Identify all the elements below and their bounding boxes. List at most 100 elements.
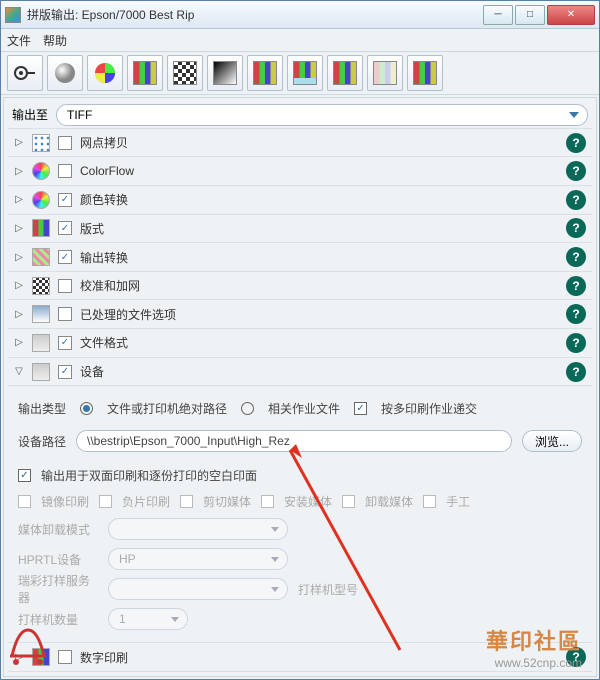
halftone-icon [32, 134, 50, 152]
watermark-name: 華印社區 [486, 624, 582, 656]
row-label: 校准和加网 [80, 277, 558, 294]
output-format-dropdown[interactable]: TIFF [56, 104, 588, 126]
row-label: 版式 [80, 220, 558, 237]
row-checkbox[interactable] [58, 221, 72, 235]
expand-icon[interactable]: ▷ [14, 166, 24, 177]
output-type-label: 输出类型 [18, 400, 66, 417]
main-panel: 输出至 TIFF ▷ 网点拷贝 ? ▷ ColorFlow ? ▷ 颜色转换 ?… [3, 97, 597, 677]
print-options-row: 镜像印刷 负片印刷 剪切媒体 安装媒体 卸载媒体 手工 [18, 488, 582, 514]
help-icon[interactable]: ? [566, 304, 586, 324]
row-checkbox[interactable] [58, 279, 72, 293]
expand-icon[interactable]: ▷ [14, 194, 24, 205]
row-label: 已处理的文件选项 [80, 306, 558, 323]
row-checkbox[interactable] [58, 336, 72, 350]
tool-sphere[interactable] [47, 55, 83, 91]
toolbar [1, 51, 599, 95]
processed-icon [32, 305, 50, 323]
submit-multijob-checkbox[interactable] [354, 402, 367, 415]
radio-relative-jobfile[interactable] [241, 402, 254, 415]
expand-icon[interactable]: ▷ [14, 252, 24, 263]
trim-checkbox [180, 495, 193, 508]
help-icon[interactable]: ? [566, 218, 586, 238]
expand-icon[interactable]: ▷ [14, 280, 24, 291]
calibrate-icon [32, 277, 50, 295]
watermark-url: www.52cnp.com [486, 656, 582, 670]
menu-file[interactable]: 文件 [7, 32, 31, 49]
colorflow-icon [32, 162, 50, 180]
media-unload-dropdown [108, 518, 288, 540]
watermark: 華印社區 www.52cnp.com [486, 624, 582, 670]
device-path-input[interactable]: \\bestrip\Epson_7000_Input\High_Rez [76, 430, 512, 452]
tool-swatches-3[interactable] [287, 55, 323, 91]
expand-icon[interactable]: ▷ [14, 137, 24, 148]
browse-button[interactable]: 浏览... [522, 430, 582, 452]
row-device[interactable]: ▽ 设备 ? [8, 358, 592, 387]
mirror-checkbox [18, 495, 31, 508]
row-checkbox[interactable] [58, 250, 72, 264]
row-fileformat[interactable]: ▷ 文件格式 ? [8, 329, 592, 358]
maximize-button[interactable]: □ [515, 5, 545, 25]
mount-checkbox [261, 495, 274, 508]
row-outputconvert[interactable]: ▷ 输出转换 ? [8, 243, 592, 272]
manual-checkbox [423, 495, 436, 508]
close-button[interactable]: ✕ [547, 5, 595, 25]
tool-swatches-faded[interactable] [367, 55, 403, 91]
tool-target[interactable] [7, 55, 43, 91]
blank-pages-row: 输出用于双面印刷和逐份打印的空白印面 [18, 462, 582, 488]
row-checkbox[interactable] [58, 164, 72, 178]
row-colorconvert[interactable]: ▷ 颜色转换 ? [8, 186, 592, 215]
expand-icon[interactable]: ▷ [14, 337, 24, 348]
help-icon[interactable]: ? [566, 333, 586, 353]
row-checkbox[interactable] [58, 307, 72, 321]
help-icon[interactable]: ? [566, 133, 586, 153]
row-label: 输出转换 [80, 249, 558, 266]
row-checkbox[interactable] [58, 193, 72, 207]
row-checkbox[interactable] [58, 365, 72, 379]
titlebar: 拼版输出: Epson/7000 Best Rip ─ □ ✕ [1, 1, 599, 29]
app-window: 拼版输出: Epson/7000 Best Rip ─ □ ✕ 文件 帮助 输出… [0, 0, 600, 680]
tool-checker[interactable] [167, 55, 203, 91]
help-icon[interactable]: ? [566, 190, 586, 210]
menu-help[interactable]: 帮助 [43, 32, 67, 49]
tool-swatches-4[interactable] [327, 55, 363, 91]
proof-server-dropdown [108, 578, 288, 600]
device-icon [32, 363, 50, 381]
fileformat-icon [32, 334, 50, 352]
minimize-button[interactable]: ─ [483, 5, 513, 25]
row-label: ColorFlow [80, 164, 558, 178]
window-controls: ─ □ ✕ [481, 5, 595, 25]
radio-absolute-path[interactable] [80, 402, 93, 415]
help-icon[interactable]: ? [566, 276, 586, 296]
row-colorflow[interactable]: ▷ ColorFlow ? [8, 157, 592, 186]
hprtl-dropdown: HP [108, 548, 288, 570]
proof-qty-input: 1 [108, 608, 188, 630]
tool-colorwheel[interactable] [87, 55, 123, 91]
row-label: 颜色转换 [80, 191, 558, 208]
help-icon[interactable]: ? [566, 247, 586, 267]
tool-gradient[interactable] [207, 55, 243, 91]
device-panel: 输出类型 文件或打印机绝对路径 相关作业文件 按多印刷作业递交 设备路径 \\b… [8, 386, 592, 643]
row-processed[interactable]: ▷ 已处理的文件选项 ? [8, 300, 592, 329]
collapse-icon[interactable]: ▽ [14, 366, 24, 377]
expand-icon[interactable]: ▷ [14, 223, 24, 234]
row-layout[interactable]: ▷ 版式 ? [8, 215, 592, 244]
blank-pages-checkbox[interactable] [18, 469, 31, 482]
row-halftone[interactable]: ▷ 网点拷贝 ? [8, 129, 592, 158]
row-label: 设备 [80, 363, 558, 380]
app-icon [5, 7, 21, 23]
row-checkbox[interactable] [58, 650, 72, 664]
row-calibrate[interactable]: ▷ 校准和加网 ? [8, 272, 592, 301]
hprtl-row: HPRTL设备 HP [18, 544, 582, 574]
expand-icon[interactable]: ▷ [14, 309, 24, 320]
output-to-label: 输出至 [12, 106, 48, 123]
window-title: 拼版输出: Epson/7000 Best Rip [27, 6, 481, 23]
row-checkbox[interactable] [58, 136, 72, 150]
device-path-label: 设备路径 [18, 433, 66, 450]
help-icon[interactable]: ? [566, 362, 586, 382]
tool-swatches-1[interactable] [127, 55, 163, 91]
tool-swatches-5[interactable] [407, 55, 443, 91]
row-label: 文件格式 [80, 334, 558, 351]
help-icon[interactable]: ? [566, 161, 586, 181]
layout-icon [32, 219, 50, 237]
tool-swatches-2[interactable] [247, 55, 283, 91]
